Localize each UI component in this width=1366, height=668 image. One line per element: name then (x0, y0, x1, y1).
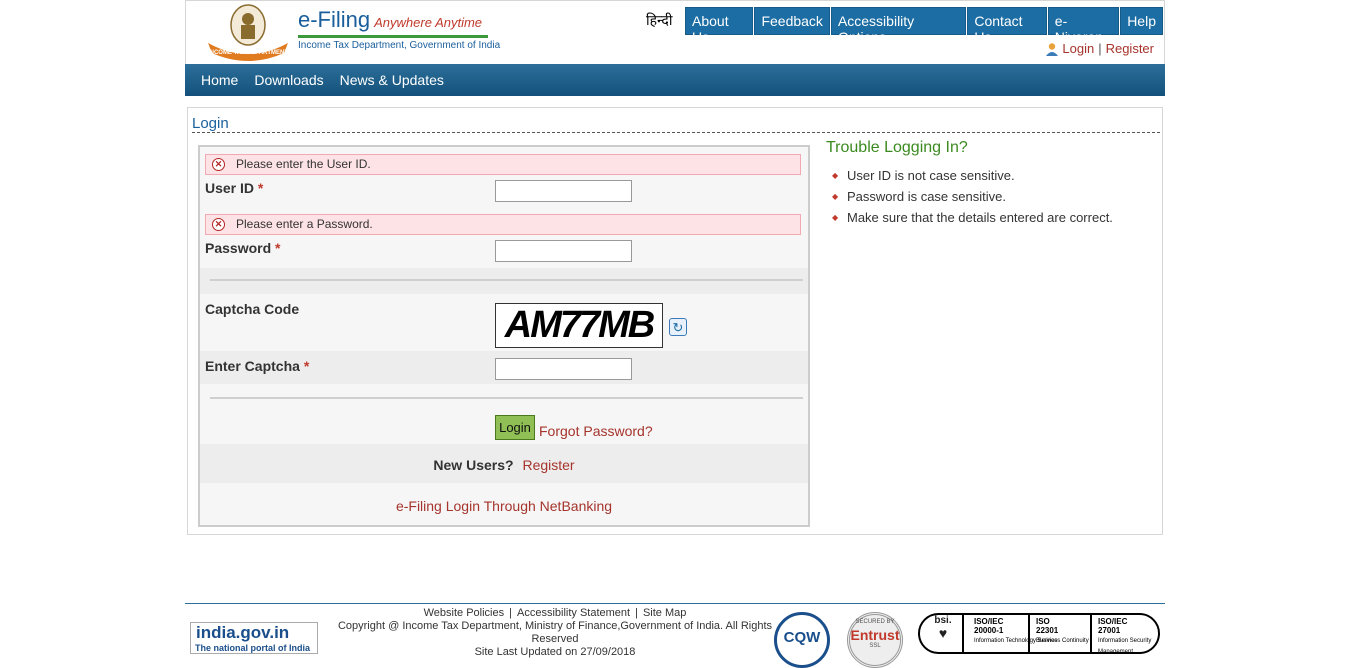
list-item: ◆ Password is case sensitive. (832, 189, 1006, 204)
emblem-text: INCOME TAX DEPARTMENT (208, 50, 288, 56)
password-input[interactable] (495, 240, 632, 262)
topnav-contact-us[interactable]: Contact Us (967, 7, 1047, 45)
netbanking-link[interactable]: e-Filing Login Through NetBanking (396, 498, 612, 514)
emblem-logo: INCOME TAX DEPARTMENT (208, 4, 288, 61)
footer-links: Website Policies | Accessibility Statement… (325, 607, 785, 659)
userid-error: ✕ Please enter the User ID. (205, 154, 801, 175)
hindi-link[interactable]: हिन्दी (646, 11, 672, 30)
main-nav: Home Downloads News & Updates (185, 64, 1165, 96)
password-error: ✕ Please enter a Password. (205, 214, 801, 235)
form-divider (210, 279, 803, 281)
footer-copyright: Copyright @ Income Tax Department, Minis… (337, 620, 773, 645)
brand-tagline: Anywhere Anytime (374, 15, 483, 30)
top-nav: About Us Feedback Accessibility Options … (685, 7, 1164, 45)
iso-27001-text: ISO/IEC 27001 Information Security Managem… (1098, 617, 1152, 654)
netbanking-line: e-Filing Login Through NetBanking (200, 498, 808, 514)
login-button[interactable]: Login (495, 415, 535, 440)
page-wrapper: INCOME TAX DEPARTMENT e-Filing Anywhere A… (185, 0, 1165, 668)
trouble-title: Trouble Logging In? (826, 139, 968, 156)
captcha-image: AM77MB (495, 303, 663, 348)
form-divider-2 (210, 397, 803, 399)
bsi-kitemark-icon: ♥ (938, 625, 948, 641)
new-users-label: New Users? (433, 457, 514, 473)
password-error-text: Please enter a Password. (236, 217, 373, 231)
topnav-help[interactable]: Help (1120, 7, 1163, 35)
user-links: Login | Register (1045, 41, 1154, 56)
stqc-seal: CQW (774, 612, 830, 668)
list-item: ◆ User ID is not case sensitive. (832, 168, 1015, 183)
topnav-accessibility-options[interactable]: Accessibility Options (830, 7, 967, 45)
content-box: Login ✕ Please enter the User ID. User I… (187, 107, 1163, 535)
nav-home[interactable]: Home (193, 64, 246, 96)
userid-label: User ID * (205, 180, 264, 196)
nav-news-updates[interactable]: News & Updates (332, 64, 452, 96)
header-register-link[interactable]: Register (1106, 41, 1154, 56)
iso-divider (1090, 615, 1092, 652)
entrust-bottom-text: SSL (869, 643, 881, 649)
new-users-line: New Users? Register (200, 457, 808, 473)
topnav-about-us[interactable]: About Us (685, 7, 754, 45)
india-gov-logo[interactable]: india.gov.in The national portal of Indi… (190, 622, 318, 654)
bsi-logo: bsi. ♥ (924, 615, 964, 652)
footer-website-policies[interactable]: Website Policies (424, 607, 505, 619)
india-gov-subtitle: The national portal of India (195, 643, 311, 653)
footer-accessibility-statement[interactable]: Accessibility Statement (517, 607, 630, 619)
user-links-separator: | (1098, 41, 1102, 56)
topnav-e-nivaran[interactable]: e-Nivaran (1047, 7, 1120, 45)
brand-dept: Income Tax Department, Government of Ind… (298, 40, 501, 51)
enter-captcha-label: Enter Captcha * (205, 358, 310, 374)
footer-rule (185, 603, 1165, 604)
footer-site-map[interactable]: Site Map (643, 607, 686, 619)
india-gov-title: india.gov.in (196, 623, 290, 642)
trouble-list: ◆ User ID is not case sensitive. ◆ Passwor… (832, 168, 1113, 231)
refresh-captcha-icon[interactable]: ↻ (669, 318, 687, 336)
list-item: ◆ Make sure that the details entered are … (832, 210, 1113, 225)
site-header: INCOME TAX DEPARTMENT e-Filing Anywhere A… (185, 0, 1165, 64)
brand-name: e-Filing (298, 7, 371, 32)
user-icon (1046, 42, 1059, 56)
iso-22301-text: ISO 22301 Business Continuity (1036, 617, 1089, 644)
login-form: ✕ Please enter the User ID. User ID * ✕ … (198, 145, 810, 527)
nav-downloads[interactable]: Downloads (246, 64, 331, 96)
brand-rule (298, 35, 488, 38)
userid-input[interactable] (495, 180, 632, 202)
page-title: Login (192, 115, 229, 132)
header-login-link[interactable]: Login (1062, 41, 1094, 56)
stqc-seal-text: CQW (783, 629, 821, 646)
topnav-feedback[interactable]: Feedback (754, 7, 830, 35)
title-divider (192, 132, 1160, 133)
error-icon: ✕ (212, 158, 225, 171)
brand-block: e-Filing Anywhere Anytime Income Tax Depa… (298, 7, 500, 51)
divider-row (200, 268, 808, 295)
userid-error-text: Please enter the User ID. (236, 157, 371, 171)
register-link[interactable]: Register (522, 457, 574, 473)
forgot-password-link[interactable]: Forgot Password? (539, 423, 653, 439)
footer-updated: Site Last Updated on 27/09/2018 (474, 646, 636, 658)
error-icon: ✕ (212, 218, 225, 231)
entrust-seal: SECURED BY Entrust SSL (847, 612, 903, 668)
captcha-input[interactable] (495, 358, 632, 380)
bullet-icon: ◆ (832, 192, 839, 201)
trouble-panel: Trouble Logging In? ◆ User ID is not case… (826, 139, 1113, 231)
captcha-label: Captcha Code (205, 301, 300, 317)
iso-certification-badge: bsi. ♥ ISO/IEC 20000-1 Information Technol… (918, 613, 1160, 654)
bullet-icon: ◆ (832, 213, 839, 222)
bullet-icon: ◆ (832, 171, 839, 180)
entrust-top-text: SECURED BY (855, 619, 895, 625)
password-label: Password * (205, 240, 281, 256)
iso-divider (1028, 615, 1030, 652)
entrust-seal-text: Entrust (850, 627, 900, 643)
